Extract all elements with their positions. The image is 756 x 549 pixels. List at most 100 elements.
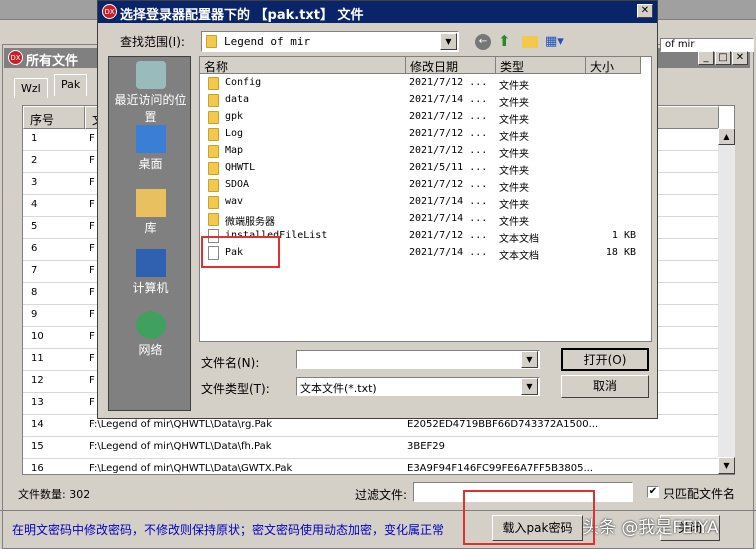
row-path: F bbox=[89, 133, 95, 144]
place-label: 最近访问的位置 bbox=[114, 93, 187, 124]
file-name: Map bbox=[225, 145, 244, 156]
file-item[interactable]: SDOA 2021/7/12 ... 文件夹 bbox=[200, 177, 650, 194]
row-path: F bbox=[89, 287, 95, 298]
file-list: 名称 修改日期 类型 大小 Config 2021/7/12 ... 文件夹 data… bbox=[199, 56, 652, 342]
view-menu-icon[interactable]: ▦▾ bbox=[545, 34, 564, 49]
recent-icon bbox=[135, 61, 166, 89]
filetype-select[interactable]: 文本文件(*.txt) ▼ bbox=[296, 377, 540, 396]
file-name: gpk bbox=[225, 111, 244, 122]
dialog-close-button[interactable]: ✕ bbox=[637, 4, 653, 18]
app-icon: DX bbox=[8, 50, 23, 65]
file-item[interactable]: Log 2021/7/12 ... 文件夹 bbox=[200, 126, 650, 143]
scroll-up-icon[interactable]: ▲ bbox=[718, 128, 735, 145]
table-scrollbar[interactable]: ▲ ▼ bbox=[718, 128, 735, 474]
file-date: 2021/7/12 ... bbox=[409, 77, 488, 88]
scroll-down-icon[interactable]: ▼ bbox=[718, 457, 735, 474]
new-folder-icon[interactable] bbox=[522, 36, 538, 48]
col-date[interactable]: 修改日期 bbox=[406, 57, 496, 74]
file-item[interactable]: wav 2021/7/14 ... 文件夹 bbox=[200, 194, 650, 211]
place-desktop[interactable]: 桌面 bbox=[109, 125, 192, 172]
close-window-button[interactable]: ✕ bbox=[732, 51, 748, 65]
file-item[interactable]: Config 2021/7/12 ... 文件夹 bbox=[200, 75, 650, 92]
chevron-down-icon[interactable]: ▼ bbox=[521, 378, 538, 395]
hint-text: 在明文密码中修改密码，不修改则保持原状；密文密码使用动态加密，变化属正常 bbox=[12, 523, 445, 537]
place-recent[interactable]: 最近访问的位置 bbox=[109, 61, 192, 125]
place-network[interactable]: 网络 bbox=[109, 311, 192, 358]
file-item[interactable]: data 2021/7/14 ... 文件夹 bbox=[200, 92, 650, 109]
desktop-icon bbox=[135, 125, 166, 153]
look-in-label: 查找范围(I): bbox=[120, 35, 185, 49]
row-index: 11 bbox=[31, 353, 44, 364]
file-item[interactable]: QHWTL 2021/5/11 ... 文件夹 bbox=[200, 160, 650, 177]
row-path: F bbox=[89, 375, 95, 386]
col-size[interactable]: 大小 bbox=[586, 57, 641, 74]
maximize-button[interactable]: □ bbox=[715, 51, 731, 65]
dialog-title-bar: 选择登录器配置器下的 【pak.txt】 文件 bbox=[98, 1, 657, 23]
file-name: 微端服务器 bbox=[225, 217, 275, 228]
row-index: 12 bbox=[31, 375, 44, 386]
file-date: 2021/7/12 ... bbox=[409, 111, 488, 122]
row-path: F bbox=[89, 177, 95, 188]
folder-icon bbox=[208, 94, 219, 107]
col-type[interactable]: 类型 bbox=[496, 57, 586, 74]
filename-input[interactable]: ▼ bbox=[296, 350, 540, 369]
file-item[interactable]: Map 2021/7/12 ... 文件夹 bbox=[200, 143, 650, 160]
file-type: 文件夹 bbox=[499, 132, 529, 143]
open-button[interactable]: 打开(O) bbox=[561, 348, 649, 371]
row-key: E2052ED4719BBF66D743372A1500... bbox=[407, 419, 599, 430]
row-index: 6 bbox=[31, 243, 38, 254]
table-row[interactable]: 16 F:\Legend of mir\QHWTL\Data\GWTX.Pak E3… bbox=[23, 459, 719, 474]
row-index: 1 bbox=[31, 133, 38, 144]
minimize-button[interactable]: _ bbox=[698, 51, 714, 65]
dialog-app-icon: DX bbox=[102, 4, 117, 19]
row-path: F bbox=[89, 221, 95, 232]
tab-pak[interactable]: Pak bbox=[54, 74, 88, 96]
file-size: 1 KB bbox=[611, 230, 636, 241]
file-date: 2021/7/12 ... bbox=[409, 230, 488, 241]
file-type: 文件夹 bbox=[499, 115, 529, 126]
folder-icon bbox=[208, 162, 219, 175]
network-icon bbox=[135, 311, 166, 339]
file-item[interactable]: gpk 2021/7/12 ... 文件夹 bbox=[200, 109, 650, 126]
chevron-down-icon[interactable]: ▼ bbox=[521, 351, 538, 368]
place-computer[interactable]: 计算机 bbox=[109, 249, 192, 296]
row-index: 7 bbox=[31, 265, 38, 276]
path-field[interactable]: of mir bbox=[660, 38, 754, 52]
file-item[interactable]: 微端服务器 2021/7/14 ... 文件夹 bbox=[200, 211, 650, 228]
folder-icon bbox=[208, 77, 219, 90]
table-row[interactable]: 15 F:\Legend of mir\QHWTL\Data\fh.Pak 3BEF… bbox=[23, 437, 719, 459]
folder-icon bbox=[208, 213, 219, 226]
up-folder-icon[interactable]: ⬆ bbox=[498, 32, 511, 50]
match-checkbox[interactable]: ✔ bbox=[647, 486, 659, 498]
row-path: F:\Legend of mir\QHWTL\Data\GWTX.Pak bbox=[89, 463, 293, 474]
back-icon[interactable]: ← bbox=[475, 34, 491, 50]
col-header-index[interactable]: 序号 bbox=[23, 106, 85, 129]
file-name: QHWTL bbox=[225, 162, 256, 173]
file-date: 2021/7/12 ... bbox=[409, 128, 488, 139]
look-in-select[interactable]: Legend of mir ▼ bbox=[201, 31, 459, 52]
file-name: Config bbox=[225, 77, 262, 88]
row-key: 3BEF29 bbox=[407, 441, 446, 452]
row-index: 9 bbox=[31, 309, 38, 320]
row-path: F bbox=[89, 353, 95, 364]
file-date: 2021/7/14 ... bbox=[409, 247, 488, 258]
file-date: 2021/7/14 ... bbox=[409, 94, 488, 105]
file-type: 文件夹 bbox=[499, 98, 529, 109]
highlight-box bbox=[201, 236, 280, 268]
cancel-button[interactable]: 取消 bbox=[561, 375, 649, 398]
file-size: 18 KB bbox=[605, 247, 636, 258]
col-name[interactable]: 名称 bbox=[200, 57, 406, 74]
row-index: 2 bbox=[31, 155, 38, 166]
place-library[interactable]: 库 bbox=[109, 189, 192, 236]
row-path: F:\Legend of mir\QHWTL\Data\fh.Pak bbox=[89, 441, 272, 452]
row-index: 3 bbox=[31, 177, 38, 188]
folder-icon bbox=[208, 111, 219, 124]
file-date: 2021/5/11 ... bbox=[409, 162, 488, 173]
computer-icon bbox=[135, 249, 166, 277]
row-index: 5 bbox=[31, 221, 38, 232]
row-path: F bbox=[89, 155, 95, 166]
places-bar: 最近访问的位置 桌面 库 计算机 网络 bbox=[108, 56, 191, 411]
tab-wzl[interactable]: Wzl bbox=[14, 78, 48, 98]
chevron-down-icon[interactable]: ▼ bbox=[440, 33, 457, 50]
row-index: 14 bbox=[31, 419, 44, 430]
